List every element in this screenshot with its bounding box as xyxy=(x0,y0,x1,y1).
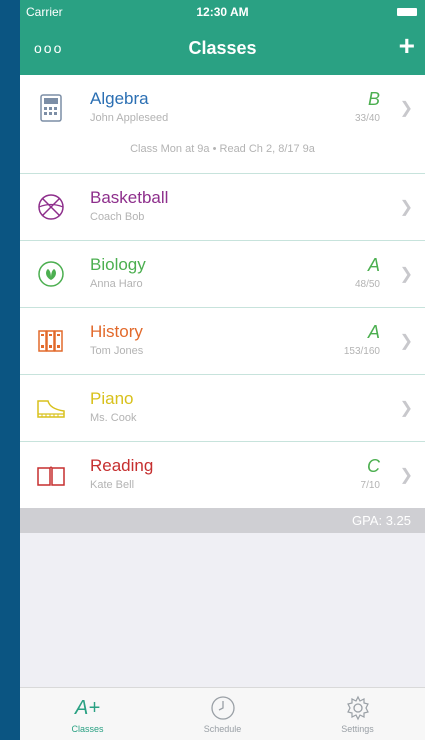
tab-label: Classes xyxy=(71,724,104,734)
class-teacher: Kate Bell xyxy=(90,479,135,491)
page-title: Classes xyxy=(188,38,257,58)
tab-schedule[interactable]: Schedule xyxy=(155,688,290,740)
chevron-right-icon: ❯ xyxy=(399,467,413,484)
class-row-piano[interactable]: Piano Ms. Cook ❯ xyxy=(20,375,425,442)
clock-icon xyxy=(210,696,235,720)
class-grade: A xyxy=(367,255,380,275)
tab-label: Settings xyxy=(341,724,374,734)
clock: 12:30 AM xyxy=(196,5,249,19)
tab-settings[interactable]: Settings xyxy=(290,688,425,740)
chevron-right-icon: ❯ xyxy=(399,333,413,350)
class-name: History xyxy=(90,322,143,341)
class-name: Reading xyxy=(90,456,154,475)
class-teacher: Tom Jones xyxy=(90,345,144,357)
open-book-icon xyxy=(37,466,65,486)
class-grade: B xyxy=(367,89,380,109)
chevron-right-icon: ❯ xyxy=(399,100,413,117)
tab-label: Schedule xyxy=(203,724,242,734)
piano-icon xyxy=(37,400,65,418)
class-name: Biology xyxy=(90,255,146,274)
gpa-value: GPA: 3.25 xyxy=(351,513,411,528)
class-row-reading[interactable]: Reading Kate Bell C 7/10 ❯ xyxy=(20,442,425,508)
class-row-history[interactable]: History Tom Jones A 153/160 ❯ xyxy=(20,308,425,375)
class-name: Piano xyxy=(90,389,134,408)
a-plus-icon: A+ xyxy=(74,697,101,719)
gpa-bar: GPA: 3.25 xyxy=(20,508,425,533)
class-list: Algebra John Appleseed B 33/40 ❯ Class M… xyxy=(20,75,425,508)
class-teacher: Coach Bob xyxy=(90,211,145,223)
app-screen: Carrier 12:30 AM ooo Classes + Algebra J… xyxy=(20,0,425,740)
books-icon xyxy=(38,330,63,352)
class-note-row: Class Mon at 9a • Read Ch 2, 8/17 9a xyxy=(20,133,425,174)
class-teacher: John Appleseed xyxy=(90,112,169,124)
class-score: 48/50 xyxy=(354,279,380,290)
tab-classes[interactable]: A+ Classes xyxy=(20,688,155,740)
header: Carrier 12:30 AM ooo Classes + xyxy=(20,0,425,75)
class-row-algebra[interactable]: Algebra John Appleseed B 33/40 ❯ xyxy=(20,75,425,133)
class-teacher: Anna Haro xyxy=(90,278,143,290)
chevron-right-icon: ❯ xyxy=(399,266,413,283)
class-grade: C xyxy=(367,456,380,476)
class-score: 33/40 xyxy=(354,113,380,124)
status-bar: Carrier 12:30 AM xyxy=(20,3,425,21)
chevron-right-icon: ❯ xyxy=(399,400,413,417)
class-name: Algebra xyxy=(90,89,149,108)
basketball-icon xyxy=(38,194,64,220)
class-row-biology[interactable]: Biology Anna Haro A 48/50 ❯ xyxy=(20,241,425,308)
class-score: 7/10 xyxy=(360,480,380,491)
tab-bar: A+ Classes Schedule Settings xyxy=(20,687,425,740)
class-grade: A xyxy=(367,322,380,342)
class-row-basketball[interactable]: Basketball Coach Bob ❯ xyxy=(20,174,425,241)
class-teacher: Ms. Cook xyxy=(90,412,137,424)
gear-icon xyxy=(346,695,369,721)
chevron-right-icon: ❯ xyxy=(399,199,413,216)
battery-icon xyxy=(397,8,417,16)
leaf-icon xyxy=(38,261,64,287)
calculator-icon xyxy=(40,94,62,122)
class-note: Class Mon at 9a • Read Ch 2, 8/17 9a xyxy=(130,143,315,155)
class-name: Basketball xyxy=(90,188,169,207)
class-score: 153/160 xyxy=(343,346,380,357)
add-class-button[interactable]: + xyxy=(399,30,415,62)
